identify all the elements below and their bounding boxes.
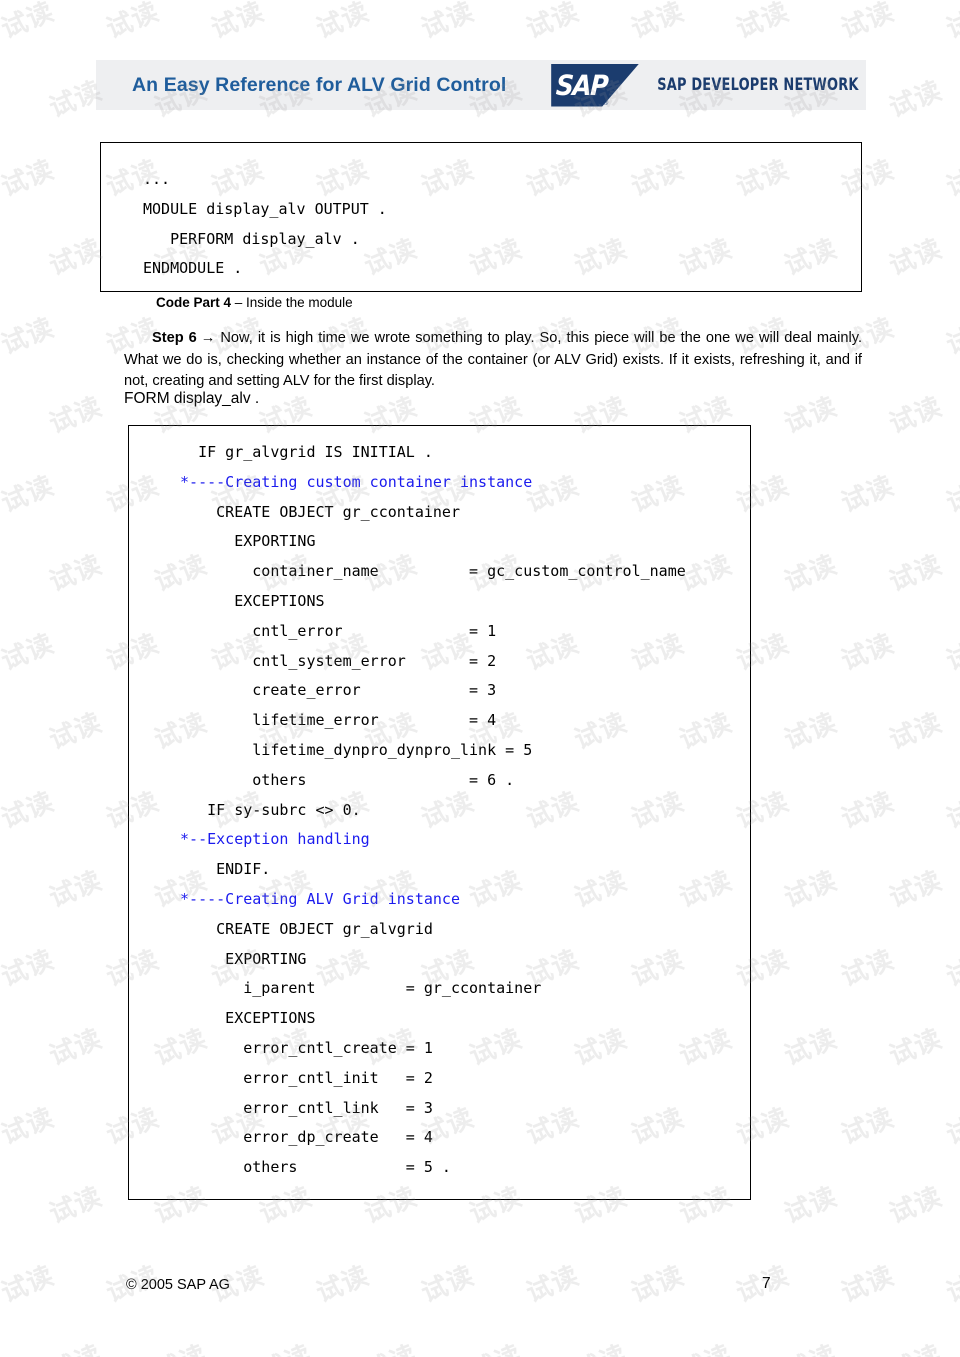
code-caption-dash: – [231,295,247,310]
code-line: error_cntl_init = 2 [171,1068,433,1087]
code-line: error_cntl_create = 1 [171,1038,433,1057]
sap-logo-icon: SAP ® [551,63,640,107]
code-caption: Code Part 4 – Inside the module [156,295,353,310]
code-line: ENDMODULE . [143,259,243,278]
code-line: ... [143,170,171,188]
code-line: cntl_system_error = 2 [171,651,497,670]
code-line: create_error = 3 [171,681,497,700]
code-line: MODULE display_alv OUTPUT . [143,199,387,218]
step-label: Step 6 [152,330,197,346]
code-line: EXCEPTIONS [171,591,325,610]
code-line: CREATE OBJECT gr_ccontainer [171,502,460,521]
step-paragraph: Step 6 → Now, it is high time we wrote som… [124,328,862,393]
code-comment-line: *--Exception handling [171,830,370,849]
document-header: An Easy Reference for ALV Grid Control S… [96,60,866,110]
code-line: lifetime_dynpro_dynpro_link = 5 [171,740,533,759]
sdn-tagline: SAP DEVELOPER NETWORK [657,75,859,95]
code-line: cntl_error = 1 [171,621,497,640]
document-page: An Easy Reference for ALV Grid Control S… [0,0,960,1357]
footer-copyright: © 2005 SAP AG [126,1277,230,1293]
code-line: error_cntl_link = 3 [171,1098,433,1117]
code-line: EXPORTING [171,532,316,551]
step-arrow-icon: → [200,330,216,346]
code-line: EXCEPTIONS [171,1009,316,1028]
code-block-display-alv-lines: IF gr_alvgrid IS INITIAL . *----Creating… [129,426,750,1183]
code-line: IF gr_alvgrid IS INITIAL . [171,443,433,461]
code-line: lifetime_error = 4 [171,711,497,730]
code-line: error_dp_create = 4 [171,1128,433,1147]
code-comment-line: *----Creating custom container instance [171,472,533,491]
code-caption-label: Code Part 4 [156,295,232,310]
code-line: ENDIF. [171,860,271,879]
sap-developer-network-logo: SAP ® SAP DEVELOPER NETWORK [551,60,863,110]
code-block-module-lines: ... MODULE display_alv OUTPUT . PERFORM d… [101,143,861,284]
code-caption-description: Inside the module [246,295,353,310]
code-line: i_parent = gr_ccontainer [171,979,542,998]
code-line: CREATE OBJECT gr_alvgrid [171,919,433,938]
registered-trademark-icon: ® [603,99,609,107]
footer-page-number: 7 [762,1275,771,1292]
form-declaration-line: FORM display_alv . [124,390,260,407]
code-line: PERFORM display_alv . [143,229,360,248]
code-block-module: ... MODULE display_alv OUTPUT . PERFORM d… [100,142,862,292]
code-line: container_name = gc_custom_control_name [171,562,686,581]
code-line: others = 6 . [171,770,515,789]
code-block-display-alv: IF gr_alvgrid IS INITIAL . *----Creating… [128,425,751,1200]
code-line: EXPORTING [171,949,307,968]
code-line: others = 5 . [171,1158,451,1177]
code-line: IF sy-subrc <> 0. [171,800,361,819]
step-paragraph-text: Now, it is high time we wrote something … [124,330,862,389]
sap-logo-wordmark: SAP [555,68,609,102]
page-title: An Easy Reference for ALV Grid Control [132,73,507,96]
code-comment-line: *----Creating ALV Grid instance [171,889,460,908]
